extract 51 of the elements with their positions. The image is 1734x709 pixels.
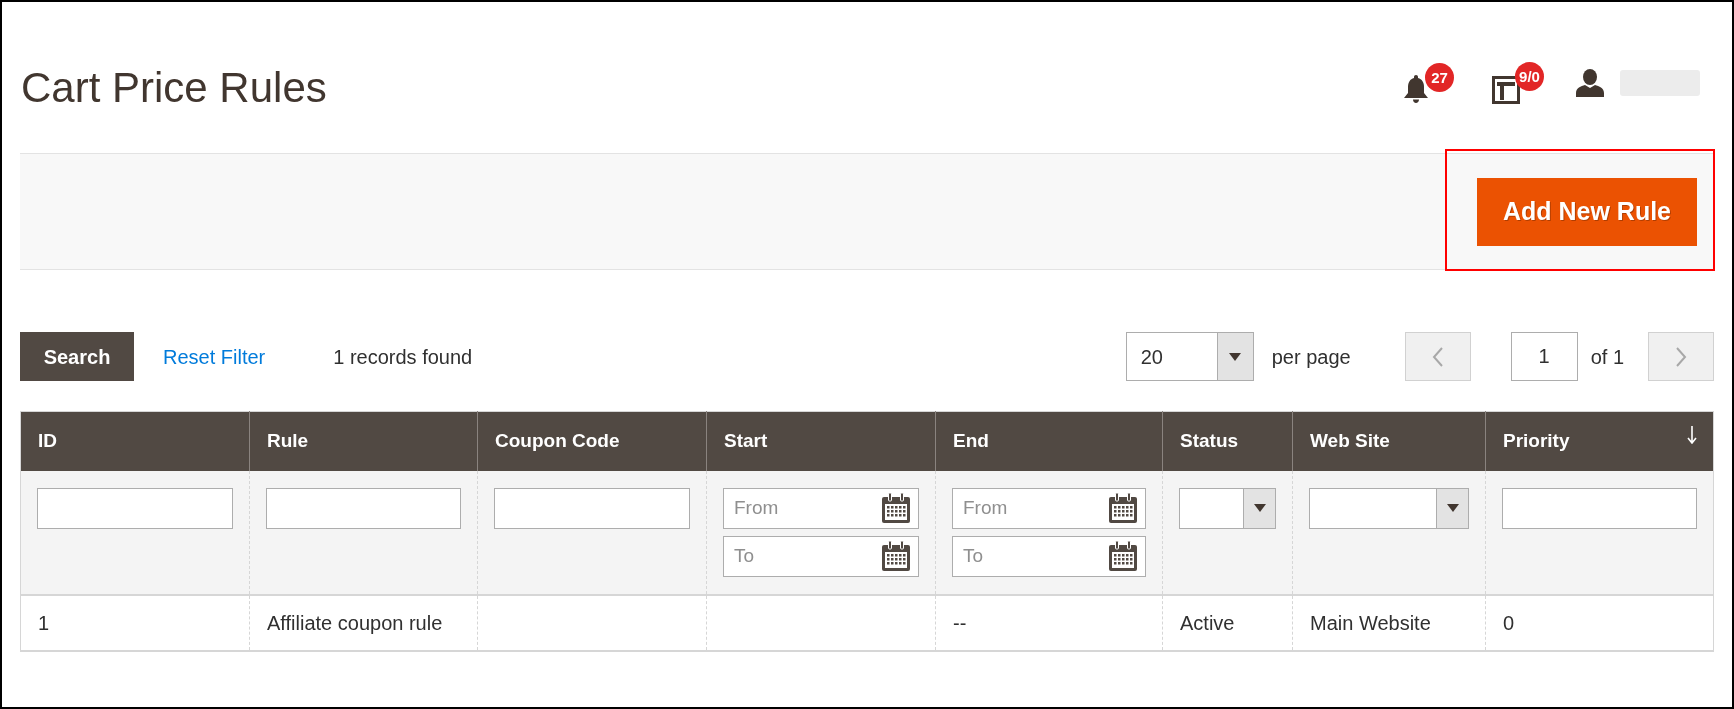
sort-arrow-down-icon xyxy=(1687,426,1697,444)
records-count: 1 records found xyxy=(333,344,473,370)
column-header[interactable]: Status xyxy=(1162,411,1293,471)
filter-input[interactable] xyxy=(266,487,461,529)
table-cell: -- xyxy=(953,611,967,634)
table-cell: Active xyxy=(1180,611,1235,634)
add-new-rule-button[interactable]: Add New Rule xyxy=(1477,177,1697,246)
table-cell: Affiliate coupon rule xyxy=(267,611,443,634)
per-page-label: per page xyxy=(1271,344,1351,370)
column-header[interactable]: ID xyxy=(20,411,250,471)
caret-down-icon xyxy=(1253,504,1266,512)
date-to-input[interactable]: To xyxy=(952,535,1146,577)
count-badge: 9/0 xyxy=(1515,62,1544,91)
date-from-input[interactable]: From xyxy=(952,487,1146,529)
per-page-select[interactable]: 20 xyxy=(1125,332,1254,381)
page-count-label: of 1 xyxy=(1590,344,1624,370)
column-header[interactable]: Start xyxy=(706,411,936,471)
filter-input[interactable] xyxy=(1502,487,1697,529)
bell-icon xyxy=(1404,75,1428,103)
column-header[interactable]: Rule xyxy=(249,411,478,471)
column-header[interactable]: End xyxy=(935,411,1163,471)
table-cell: 1 xyxy=(38,611,50,634)
window-panel-icon xyxy=(1492,76,1520,104)
column-header[interactable]: Web Site xyxy=(1292,411,1486,471)
filter-select[interactable] xyxy=(1179,487,1276,529)
filter-select[interactable] xyxy=(1309,487,1469,529)
caret-down-icon xyxy=(1229,352,1242,361)
calendar-icon[interactable] xyxy=(1108,492,1138,523)
calendar-icon[interactable] xyxy=(881,492,911,523)
chevron-right-icon xyxy=(1675,346,1687,367)
system-messages-button[interactable]: 9/0 xyxy=(1492,62,1544,104)
reset-filter-link[interactable]: Reset Filter xyxy=(163,341,266,372)
notifications-button[interactable]: 27 xyxy=(1404,63,1454,103)
table-cell: 0 xyxy=(1503,611,1515,634)
date-from-input[interactable]: From xyxy=(723,487,919,529)
caret-down-icon xyxy=(1446,504,1459,512)
page-title: Cart Price Rules xyxy=(21,64,327,112)
filter-input[interactable] xyxy=(494,487,690,529)
account-button[interactable] xyxy=(1576,69,1700,97)
page-number-input[interactable]: 1 xyxy=(1510,332,1578,381)
table-cell: Main Website xyxy=(1310,611,1431,634)
column-header[interactable]: Priority xyxy=(1485,411,1714,471)
calendar-icon[interactable] xyxy=(1108,540,1138,571)
chevron-left-icon xyxy=(1431,346,1444,367)
column-header[interactable]: Coupon Code xyxy=(477,411,707,471)
calendar-icon[interactable] xyxy=(881,540,911,571)
date-to-input[interactable]: To xyxy=(723,535,919,577)
count-badge: 27 xyxy=(1425,63,1454,92)
user-icon xyxy=(1576,69,1604,97)
filter-input[interactable] xyxy=(37,487,233,529)
search-button[interactable]: Search xyxy=(20,332,134,381)
